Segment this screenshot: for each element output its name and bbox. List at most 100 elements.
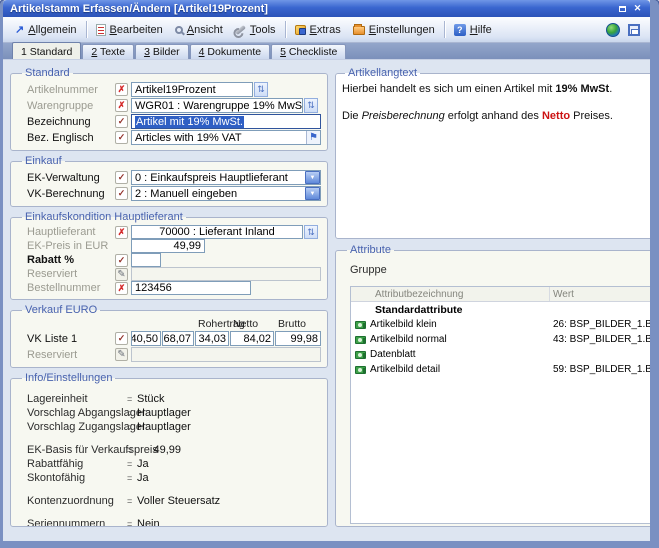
artikelnummer-input[interactable]: Artikel19Prozent [131, 82, 253, 97]
menu-label: Allgemein [28, 24, 76, 36]
tab-standard[interactable]: 1 Standard [12, 42, 81, 59]
vk-preis-input[interactable]: 40,50 [131, 331, 161, 346]
required-marker-button[interactable] [115, 83, 128, 96]
verkauf-reserviert-input [131, 347, 321, 362]
web-globe-button[interactable] [602, 21, 624, 39]
brutto-input[interactable]: 99,98 [275, 331, 321, 346]
hauptlieferant-input[interactable]: 70000 : Lieferant Inland [131, 225, 303, 239]
save-button[interactable] [624, 22, 644, 38]
ek-verwaltung-label: EK-Verwaltung [19, 172, 115, 184]
attribute-table-header: Attributbezeichnung Wert [351, 287, 650, 302]
info-row: Skontofähig Ja [19, 471, 321, 485]
menu-label: Bearbeiten [110, 24, 163, 36]
netto-input[interactable]: 84,02 [230, 331, 274, 346]
required-marker-button[interactable] [115, 226, 128, 239]
attribute-table: Attributbezeichnung Wert Standardattribu… [350, 286, 650, 524]
bez-englisch-input[interactable]: Articles with 19% VAT [131, 130, 321, 145]
rohertrag-input[interactable]: 34,03 [195, 331, 229, 346]
checked-marker-button[interactable] [115, 171, 128, 184]
menu-bearbeiten[interactable]: Bearbeiten [90, 21, 169, 39]
group-attribute-legend: Attribute [347, 244, 394, 256]
attribute-row[interactable]: Datenblatt [351, 347, 650, 362]
reserviert-label: Reserviert [19, 268, 115, 280]
tab-texte[interactable]: 2 Texte [82, 44, 134, 59]
menu-extras[interactable]: Extras [289, 21, 347, 39]
menu-allgemein[interactable]: Allgemein [9, 20, 83, 39]
group-artikellangtext: Artikellangtext Hierbei handelt es sich … [335, 67, 650, 239]
rabatt-input[interactable] [131, 253, 161, 267]
restore-icon [619, 6, 626, 12]
vk-preis2-input[interactable]: 68,07 [162, 331, 194, 346]
hauptlieferant-lookup-button[interactable] [304, 225, 318, 239]
equals-bullet [127, 496, 137, 506]
group-verkauf: Verkauf EURO Rohertrag Netto Brutto VK L… [10, 304, 328, 368]
verkauf-reserviert-label: Reserviert [19, 349, 115, 361]
vk-berechnung-label: VK-Berechnung [19, 188, 115, 200]
ek-verwaltung-select[interactable]: 0 : Einkaufspreis Hauptlieferant [131, 170, 321, 185]
save-disk-icon [628, 24, 640, 36]
menu-hilfe[interactable]: Hilfe [448, 21, 498, 39]
warengruppe-input[interactable]: WGR01 : Warengruppe 19% MwSt. Netto [131, 98, 303, 113]
attribute-row[interactable]: Artikelbild normal 43: BSP_BILDER_1.BMP [351, 332, 650, 347]
chevron-down-icon[interactable] [305, 171, 320, 184]
attribute-row[interactable]: Artikelbild klein 26: BSP_BILDER_1.BMP [351, 317, 650, 332]
checked-marker-button[interactable] [115, 187, 128, 200]
tab-checkliste[interactable]: 5 Checkliste [271, 44, 346, 59]
warengruppe-lookup-button[interactable] [304, 98, 318, 113]
bestellnummer-label: Bestellnummer [19, 282, 115, 294]
menu-separator [285, 21, 286, 38]
attribute-row[interactable]: Artikelbild detail 59: BSP_BILDER_1.BMP [351, 362, 650, 377]
titlebar: Artikelstamm Erfassen/Ändern [Artikel19P… [3, 0, 650, 17]
group-verkauf-legend: Verkauf EURO [22, 304, 100, 316]
bestellnummer-input[interactable]: 123456 [131, 281, 251, 295]
equals-bullet [127, 445, 137, 455]
equals-bullet [127, 519, 137, 527]
menu-einstellungen[interactable]: Einstellungen [347, 21, 441, 39]
tab-dokumente[interactable]: 4 Dokumente [190, 44, 270, 59]
langtext-paragraph: Die Preisberechnung erfolgt anhand des N… [342, 109, 650, 123]
group-standard-legend: Standard [22, 67, 73, 79]
chevron-down-icon[interactable] [305, 187, 320, 200]
standard-tab-content: Standard Artikelnummer Artikel19Prozent … [3, 60, 650, 541]
equals-bullet [127, 459, 137, 469]
info-row: Vorschlag Zugangslager Hauptlager [19, 420, 321, 434]
checked-marker-button[interactable] [115, 332, 128, 345]
ek-preis-label: EK-Preis in EUR [19, 240, 115, 252]
restore-window-button[interactable] [615, 2, 630, 15]
ek-preis-input[interactable]: 49,99 [131, 239, 205, 253]
close-window-button[interactable] [630, 2, 645, 15]
menu-label: Extras [310, 24, 341, 36]
equals-bullet [127, 394, 137, 404]
vk-berechnung-select[interactable]: 2 : Manuell eingeben [131, 186, 321, 201]
attribute-group-row[interactable]: Standardattribute [351, 302, 650, 317]
equals-bullet [127, 473, 137, 483]
menu-ansicht[interactable]: Ansicht [169, 21, 229, 39]
right-column: Artikellangtext Hierbei handelt es sich … [335, 67, 650, 527]
checked-marker-button[interactable] [115, 115, 128, 128]
bezeichnung-input[interactable]: Artikel mit 19% MwSt. [131, 114, 321, 129]
attributbezeichnung-header: Attributbezeichnung [351, 287, 550, 301]
group-einkauf: Einkauf EK-Verwaltung 0 : Einkaufspreis … [10, 155, 328, 207]
edit-note-icon [96, 24, 106, 36]
group-info: Info/Einstellungen Lagereinheit Stück Vo… [10, 372, 328, 527]
hauptlieferant-label: Hauptlieferant [19, 226, 115, 238]
required-marker-button[interactable] [115, 282, 128, 295]
info-row: Lagereinheit Stück [19, 392, 321, 406]
menubar: Allgemein Bearbeiten Ansicht Tools Extra… [3, 17, 650, 43]
artikellangtext-editor[interactable]: Hierbei handelt es sich um einen Artikel… [342, 81, 650, 236]
left-column: Standard Artikelnummer Artikel19Prozent … [10, 67, 328, 527]
tab-bilder[interactable]: 3 Bilder [135, 44, 189, 59]
note-pencil-icon[interactable] [115, 348, 128, 361]
checked-marker-button[interactable] [115, 131, 128, 144]
required-marker-button[interactable] [115, 99, 128, 112]
checked-marker-button[interactable] [115, 254, 128, 267]
menu-label: Hilfe [470, 24, 492, 36]
menu-tools[interactable]: Tools [229, 21, 282, 39]
note-pencil-icon[interactable] [115, 268, 128, 281]
window-title: Artikelstamm Erfassen/Ändern [Artikel19P… [10, 3, 615, 15]
settings-folder-icon [353, 26, 365, 35]
artikelnummer-lookup-button[interactable] [254, 82, 268, 97]
language-flag-icon[interactable] [306, 131, 320, 144]
group-artikellangtext-legend: Artikellangtext [345, 67, 420, 79]
wert-header: Wert [550, 289, 650, 300]
